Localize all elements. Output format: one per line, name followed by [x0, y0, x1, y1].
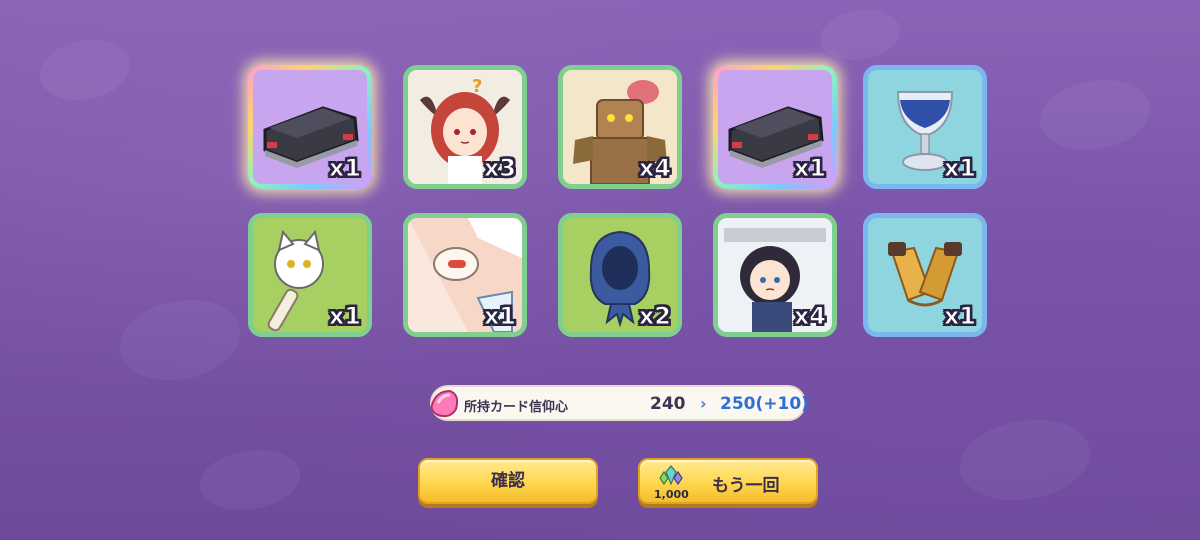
reward-quantity: x1 [328, 154, 361, 183]
background-leaf [120, 300, 240, 380]
reward-card-slingshot[interactable]: x1 [863, 213, 987, 337]
reward-quantity: x3 [483, 154, 516, 183]
card-faith-bar: 所持カード信仰心 240 › 250(+10) [430, 385, 809, 421]
reward-grid: x1 ? x3 x4 x1 x1 x1 x1 x2 x4 x1 [248, 65, 990, 337]
reward-card-hood[interactable]: x2 [558, 213, 682, 337]
reward-card-character[interactable]: x4 [713, 213, 837, 337]
faith-old-value: 240 [650, 394, 686, 414]
reward-card-character[interactable]: x4 [558, 65, 682, 189]
reward-quantity: x1 [328, 302, 361, 331]
draw-again-button[interactable]: 1,000 もう一回 [638, 458, 818, 504]
reward-quantity: x1 [793, 154, 826, 183]
pink-crystal-icon [430, 389, 459, 418]
background-leaf [40, 40, 130, 100]
background-leaf [1040, 80, 1150, 150]
draw-again-label: もう一回 [712, 476, 780, 496]
reward-card-goblet[interactable]: x1 [863, 65, 987, 189]
faith-new-value: 250(+10) [720, 394, 809, 414]
reward-card-board[interactable]: x1 [248, 65, 372, 189]
reward-card-pill[interactable]: x1 [403, 213, 527, 337]
reward-quantity: x4 [793, 302, 826, 331]
confirm-button-label: 確認 [491, 471, 525, 491]
reward-quantity: x2 [638, 302, 671, 331]
faith-label: 所持カード信仰心 [464, 400, 569, 415]
reward-quantity: x4 [638, 154, 671, 183]
background-leaf [960, 420, 1090, 500]
background-leaf [200, 450, 300, 510]
svg-text:?: ? [472, 76, 482, 97]
reward-card-board[interactable]: x1 [713, 65, 837, 189]
gem-currency-icon [659, 465, 683, 486]
reward-quantity: x1 [943, 154, 976, 183]
reward-card-wand[interactable]: x1 [248, 213, 372, 337]
background-leaf [820, 10, 900, 60]
confirm-button[interactable]: 確認 [418, 458, 598, 504]
draw-cost: 1,000 [654, 488, 689, 501]
reward-quantity: x1 [483, 302, 516, 331]
faith-arrow: › [700, 394, 707, 413]
reward-quantity: x1 [943, 302, 976, 331]
reward-card-character[interactable]: ? x3 [403, 65, 527, 189]
